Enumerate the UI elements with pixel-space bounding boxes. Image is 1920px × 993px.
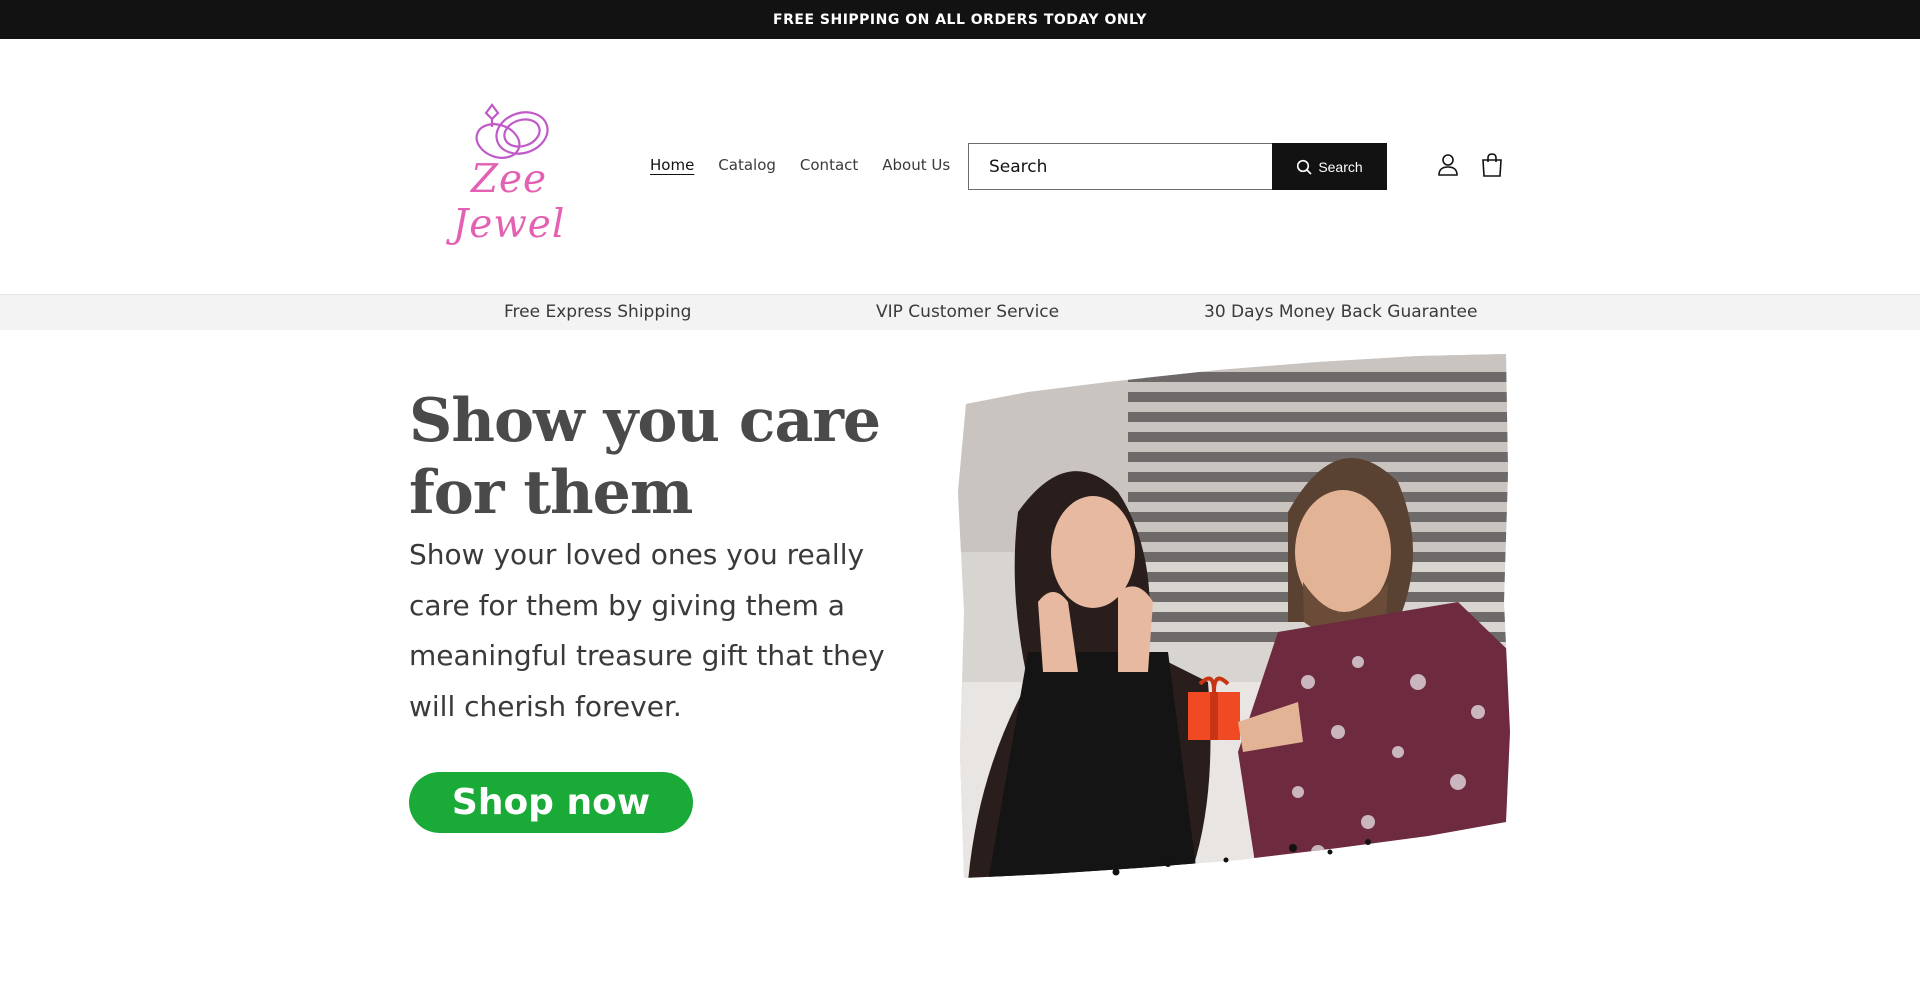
announcement-text: FREE SHIPPING ON ALL ORDERS TODAY ONLY — [773, 11, 1147, 28]
search-button-label: Search — [1318, 158, 1363, 175]
search-input[interactable]: Search — [968, 143, 1273, 190]
usp-bar: Free Express Shipping VIP Customer Servi… — [0, 294, 1920, 330]
search-icon — [1297, 159, 1312, 175]
main-nav: Home Catalog Contact About Us — [650, 156, 950, 174]
nav-about-us[interactable]: About Us — [882, 156, 950, 174]
search-button[interactable]: Search — [1272, 143, 1387, 190]
shop-now-label: Shop now — [451, 782, 651, 823]
hero-title: Show you care for them — [409, 386, 881, 528]
hero-text: Show your loved ones you really care for… — [409, 538, 885, 723]
announcement-bar: FREE SHIPPING ON ALL ORDERS TODAY ONLY — [0, 0, 1920, 39]
nav-catalog[interactable]: Catalog — [718, 156, 776, 174]
usp-item-guarantee: 30 Days Money Back Guarantee — [1204, 302, 1478, 322]
nav-home[interactable]: Home — [650, 156, 694, 174]
hero-image — [958, 354, 1510, 878]
usp-item-shipping: Free Express Shipping — [504, 302, 692, 322]
site-header: Zee Jewel Home Catalog Contact About Us … — [0, 39, 1920, 294]
search-placeholder: Search — [989, 156, 1048, 177]
cart-icon[interactable] — [1480, 152, 1504, 178]
logo-text: Zee Jewel — [452, 157, 566, 247]
account-icon[interactable] — [1436, 152, 1460, 178]
shop-now-button[interactable]: Shop now — [409, 772, 693, 833]
logo[interactable]: Zee Jewel — [416, 99, 602, 247]
usp-item-service: VIP Customer Service — [876, 302, 1060, 322]
nav-contact[interactable]: Contact — [800, 156, 858, 174]
